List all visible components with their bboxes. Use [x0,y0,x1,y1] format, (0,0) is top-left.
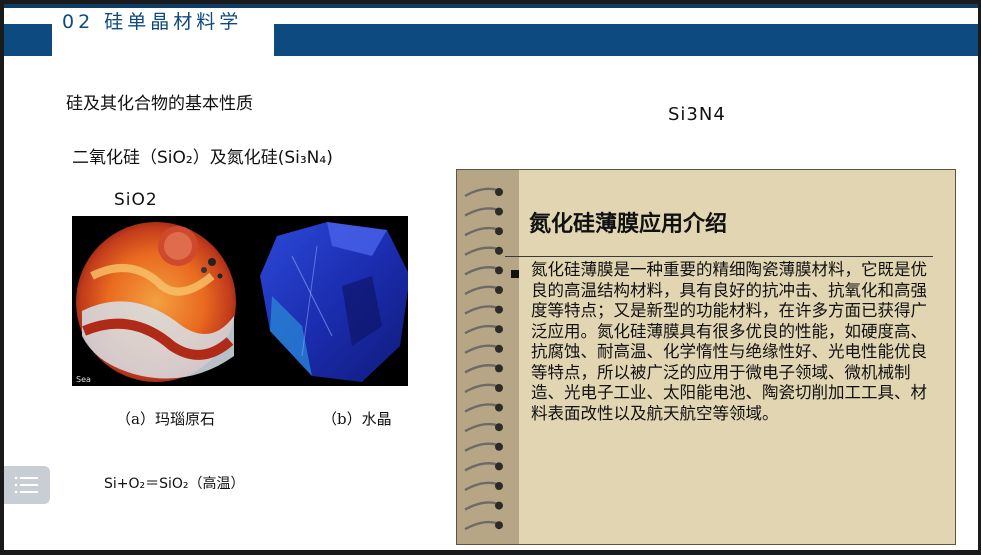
spiral-hole [495,403,503,412]
slide-title: 02 硅单晶材料学 [62,11,243,33]
spiral-ring [464,501,498,511]
spiral-hole [495,325,503,334]
spiral-hole [495,462,503,471]
agate-image [76,222,236,382]
spiral-hole [495,344,503,353]
list-menu-icon [14,476,38,494]
section-heading: 硅及其化合物的基本性质 [66,94,253,114]
sio2-mineral-photos: Sea [72,216,408,386]
spiral-hole [495,207,503,216]
spiral-hole [495,305,503,314]
notebook-divider [505,256,933,257]
spiral-ring [464,364,498,374]
caption-agate: （a）玛瑙原石 [116,410,215,428]
notebook-body: 氮化硅薄膜是一种重要的精细陶瓷薄膜材料，它既是优良的高温结构材料，具有良好的抗冲… [531,260,927,423]
photo-watermark: Sea [76,375,91,384]
spiral-hole [495,286,503,294]
spiral-binding-icon [464,187,503,531]
notebook-card: 氮化硅薄膜应用介绍 氮化硅薄膜是一种重要的精细陶瓷薄膜材料，它既是优良的高温结构… [456,169,956,545]
spiral-hole [495,266,503,275]
spiral-hole [495,482,503,490]
spiral-ring [464,442,498,452]
spiral-ring [464,266,498,276]
spiral-ring [464,403,498,413]
spiral-ring [464,187,498,198]
menu-button[interactable] [4,466,50,504]
spiral-ring [464,207,498,217]
spiral-hole [495,227,503,236]
spiral-ring [464,383,498,394]
spiral-ring [464,520,498,531]
spiral-ring [464,324,498,335]
spiral-ring [464,305,498,315]
sio2-label: SiO2 [114,190,158,210]
spiral-ring [464,246,498,256]
notebook-title: 氮化硅薄膜应用介绍 [529,211,728,237]
spiral-hole [495,364,503,373]
spiral-hole [495,188,503,196]
spiral-ring [464,422,498,433]
spiral-ring [464,285,498,296]
compounds-subtitle: 二氧化硅（SiO₂）及氮化硅(Si₃N₄) [72,148,333,168]
spiral-hole [495,501,503,510]
spiral-hole [495,246,503,255]
si3n4-label: Si3N4 [668,104,726,125]
spiral-hole [495,384,503,392]
spiral-ring [464,226,498,237]
spiral-hole [495,423,503,432]
reaction-equation: Si+O₂＝SiO₂（高温） [104,476,245,492]
spiral-hole [495,442,503,451]
caption-crystal: （b）水晶 [322,410,392,428]
spiral-hole [495,521,503,530]
spiral-ring [464,462,498,472]
spiral-ring [464,481,498,492]
slide: 02 硅单晶材料学 硅及其化合物的基本性质 二氧化硅（SiO₂）及氮化硅(Si₃… [4,4,978,550]
bullet-icon [511,270,519,278]
spiral-ring [464,344,498,354]
